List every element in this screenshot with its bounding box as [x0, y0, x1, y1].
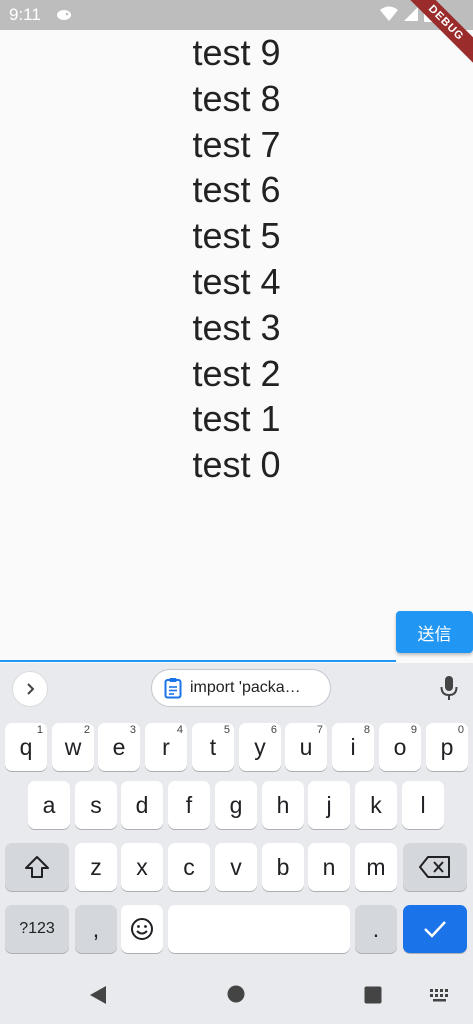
key-label: y — [254, 733, 266, 760]
space-key[interactable] — [168, 905, 350, 953]
key-hint: 7 — [316, 724, 323, 736]
send-button[interactable]: 送信 — [396, 611, 473, 653]
key-label: r — [162, 733, 170, 760]
key-s[interactable]: s — [75, 781, 117, 829]
key-e[interactable]: e3 — [98, 723, 140, 771]
key-g[interactable]: g — [215, 781, 257, 829]
list-item: test 2 — [192, 352, 281, 394]
key-k[interactable]: k — [355, 781, 397, 829]
status-time: 9:11 — [9, 5, 41, 24]
clipboard-icon — [164, 678, 182, 699]
key-z[interactable]: z — [75, 843, 117, 891]
message-input[interactable] — [0, 610, 396, 662]
key-x[interactable]: x — [121, 843, 163, 891]
list-item: test 3 — [192, 306, 281, 348]
list-item: test 9 — [192, 32, 281, 73]
key-v[interactable]: v — [215, 843, 257, 891]
backspace-icon — [419, 856, 450, 878]
chevron-right-icon — [27, 683, 35, 695]
emoji-key[interactable] — [121, 905, 163, 953]
key-hint: 4 — [176, 724, 183, 736]
clipboard-chip-text: import 'packa… — [190, 679, 301, 696]
expand-toolbar-button[interactable] — [12, 671, 48, 707]
key-d[interactable]: d — [121, 781, 163, 829]
key-hint: 5 — [223, 724, 230, 736]
key-label: t — [209, 733, 217, 760]
key-r[interactable]: r4 — [145, 723, 187, 771]
key-i[interactable]: i8 — [332, 723, 374, 771]
notification-cat-icon — [57, 10, 71, 20]
message-list: test 9 test 8 test 7 test 6 test 5 test … — [0, 30, 473, 488]
navigation-bar — [0, 965, 473, 1024]
list-item: test 4 — [192, 260, 281, 302]
voice-input-button[interactable] — [435, 673, 463, 703]
key-label: q — [19, 733, 33, 760]
keyboard-switch-icon[interactable] — [430, 989, 452, 1003]
list-item: test 0 — [192, 444, 281, 486]
key-n[interactable]: n — [308, 843, 350, 891]
wifi-icon — [380, 6, 398, 21]
key-t[interactable]: t5 — [192, 723, 234, 771]
key-b[interactable]: b — [262, 843, 304, 891]
key-j[interactable]: j — [308, 781, 350, 829]
list-item: test 7 — [192, 123, 281, 165]
backspace-key[interactable] — [403, 843, 467, 891]
comma-key[interactable]: , — [75, 905, 117, 953]
key-w[interactable]: w2 — [52, 723, 94, 771]
key-label: e — [112, 733, 126, 760]
key-p[interactable]: p0 — [426, 723, 468, 771]
suggestion-bar: import 'packa… — [0, 663, 473, 713]
key-h[interactable]: h — [262, 781, 304, 829]
key-y[interactable]: y6 — [239, 723, 281, 771]
key-label: o — [393, 733, 407, 760]
key-label: i — [350, 733, 356, 760]
key-o[interactable]: o9 — [379, 723, 421, 771]
list-item: test 8 — [192, 77, 281, 119]
emoji-icon — [131, 918, 153, 940]
list-item: test 5 — [192, 215, 281, 257]
key-c[interactable]: c — [168, 843, 210, 891]
key-label: p — [440, 733, 454, 760]
list-item: test 6 — [192, 169, 281, 211]
key-label: w — [64, 733, 82, 760]
key-hint: 8 — [363, 724, 370, 736]
composer: 送信 — [0, 610, 473, 662]
period-key[interactable]: . — [355, 905, 397, 953]
key-f[interactable]: f — [168, 781, 210, 829]
mic-icon — [440, 676, 458, 700]
key-hint: 0 — [457, 724, 464, 736]
key-q[interactable]: q1 — [5, 723, 47, 771]
home-circle-icon[interactable] — [227, 985, 245, 1003]
shift-key[interactable] — [5, 843, 69, 891]
key-hint: 6 — [270, 724, 277, 736]
key-label: u — [299, 733, 313, 760]
symbols-key[interactable]: ?123 — [5, 905, 69, 953]
key-hint: 1 — [36, 724, 43, 736]
key-hint: 3 — [129, 724, 136, 736]
key-hint: 2 — [83, 724, 90, 736]
signal-icon — [404, 7, 418, 21]
clipboard-suggestion-chip[interactable]: import 'packa… — [151, 669, 331, 707]
key-l[interactable]: l — [402, 781, 444, 829]
key-a[interactable]: a — [28, 781, 70, 829]
status-bar: 9:11 DEBUG — [0, 0, 473, 69]
key-m[interactable]: m — [355, 843, 397, 891]
recents-square-icon[interactable] — [364, 986, 382, 1004]
enter-key[interactable] — [403, 905, 467, 953]
soft-keyboard: import 'packa… q1 w2 e3 r4 t5 y6 u7 i8 o… — [0, 663, 473, 965]
list-item: test 1 — [192, 398, 281, 440]
back-triangle-icon[interactable] — [89, 985, 107, 1005]
checkmark-icon — [424, 921, 446, 938]
key-u[interactable]: u7 — [285, 723, 327, 771]
key-hint: 9 — [410, 724, 417, 736]
shift-icon — [25, 856, 49, 878]
